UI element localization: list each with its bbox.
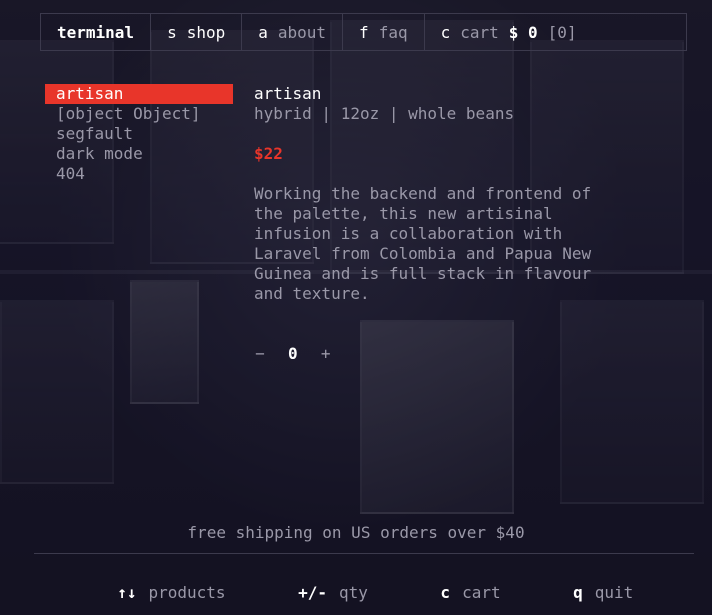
- hint-cart-label: cart: [462, 583, 501, 602]
- cart-total: $ 0: [508, 22, 538, 42]
- hint-cart[interactable]: c cart: [402, 563, 501, 615]
- hint-products-key: ↑↓: [117, 583, 137, 602]
- keyboard-hints: ↑↓ products +/- qty c cart q quit: [0, 563, 712, 615]
- top-navigation: terminal s shop a about f faq c cart $ 0 [0]: [40, 13, 687, 51]
- nav-about[interactable]: a about: [241, 14, 342, 50]
- nav-faq-key: f: [359, 22, 369, 42]
- nav-faq-label: faq: [378, 22, 408, 42]
- nav-terminal-label: terminal: [57, 22, 135, 42]
- nav-shop-label: shop: [186, 22, 226, 42]
- product-list-item[interactable]: 404: [45, 164, 233, 184]
- nav-faq[interactable]: f faq: [342, 14, 424, 50]
- hint-cart-key: c: [440, 583, 451, 602]
- decrement-button[interactable]: −: [254, 344, 266, 364]
- hint-qty[interactable]: +/- qty: [260, 563, 368, 615]
- product-name: artisan: [254, 84, 322, 103]
- product-list: artisan [object Object] segfault dark mo…: [45, 84, 233, 184]
- nav-about-label: about: [277, 22, 327, 42]
- nav-about-key: a: [258, 22, 268, 42]
- hint-qty-label: qty: [338, 583, 368, 602]
- hint-products[interactable]: ↑↓ products: [79, 563, 226, 615]
- nav-cart[interactable]: c cart $ 0 [0]: [423, 14, 593, 50]
- hint-quit-label: quit: [594, 583, 634, 602]
- product-meta: hybrid | 12oz | whole beans: [254, 104, 515, 123]
- product-detail: artisan hybrid | 12oz | whole beans $22 …: [254, 84, 654, 364]
- quantity-value: 0: [288, 344, 298, 363]
- product-description: Working the backend and frontend of the …: [254, 184, 592, 303]
- product-list-item[interactable]: artisan: [45, 84, 233, 104]
- hint-quit[interactable]: q quit: [535, 563, 634, 615]
- nav-terminal[interactable]: terminal: [41, 14, 150, 50]
- footer-divider: [34, 553, 694, 554]
- nav-shop[interactable]: s shop: [150, 14, 241, 50]
- hint-quit-key: q: [573, 583, 583, 602]
- nav-cart-label: cart: [460, 22, 499, 42]
- product-list-item[interactable]: segfault: [45, 124, 233, 144]
- nav-shop-key: s: [167, 22, 177, 42]
- hint-products-label: products: [148, 583, 226, 602]
- product-list-item[interactable]: dark mode: [45, 144, 233, 164]
- shipping-notice: free shipping on US orders over $40: [187, 523, 525, 542]
- increment-button[interactable]: +: [320, 344, 332, 364]
- quantity-stepper: − 0 +: [254, 344, 654, 364]
- product-list-item[interactable]: [object Object]: [45, 104, 233, 124]
- nav-cart-key: c: [440, 22, 451, 42]
- hint-qty-key: +/-: [298, 583, 327, 602]
- product-price: $22: [254, 144, 283, 163]
- cart-count-badge: [0]: [547, 22, 577, 42]
